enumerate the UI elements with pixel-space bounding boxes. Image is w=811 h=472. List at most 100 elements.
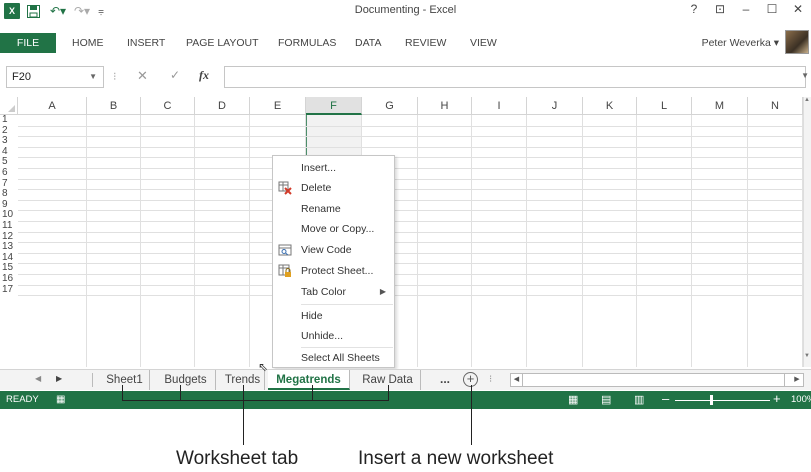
grid-column-line bbox=[140, 115, 141, 367]
column-header-b[interactable]: B bbox=[87, 97, 141, 115]
column-header-m[interactable]: M bbox=[692, 97, 748, 115]
scroll-tabs-left-icon[interactable]: ◀ bbox=[35, 374, 41, 383]
mouse-pointer-icon: ⇖ bbox=[258, 360, 269, 374]
horizontal-scrollbar[interactable]: ◀ ▶ bbox=[510, 373, 804, 387]
vertical-scrollbar[interactable]: ▲ ▼ bbox=[803, 97, 811, 367]
tab-review[interactable]: REVIEW bbox=[405, 33, 446, 53]
user-account-name[interactable]: Peter Weverka ▾ bbox=[702, 37, 779, 49]
menu-item-label: Select All Sheets bbox=[301, 352, 380, 364]
callout-line bbox=[122, 385, 123, 401]
tab-data[interactable]: DATA bbox=[355, 33, 381, 53]
column-header-n[interactable]: N bbox=[748, 97, 803, 115]
grid-row-line bbox=[18, 125, 803, 127]
menu-item-move-or-copy[interactable]: Move or Copy... bbox=[273, 219, 394, 239]
column-header-d[interactable]: D bbox=[195, 97, 250, 115]
menu-item-view-code[interactable]: View Code bbox=[273, 240, 394, 260]
callout-line bbox=[243, 385, 244, 445]
tab-divider bbox=[92, 373, 93, 387]
row-header-6[interactable]: 6 bbox=[0, 168, 18, 179]
menu-item-rename[interactable]: Rename bbox=[273, 199, 394, 219]
tab-home[interactable]: HOME bbox=[72, 33, 104, 53]
page-break-view-icon[interactable]: ▥ bbox=[634, 393, 644, 406]
sheet-tab-sheet1[interactable]: Sheet1 bbox=[100, 370, 150, 390]
scroll-down-icon[interactable]: ▼ bbox=[803, 353, 811, 363]
scroll-left-icon[interactable]: ◀ bbox=[511, 374, 523, 386]
column-header-f[interactable]: F bbox=[306, 97, 362, 115]
expand-formula-bar-icon[interactable]: ▼ bbox=[801, 71, 809, 80]
grid-row-line bbox=[18, 284, 803, 286]
zoom-out-button[interactable]: – bbox=[662, 391, 669, 406]
ribbon-display-options-icon[interactable]: ⊡ bbox=[707, 2, 733, 16]
column-header-g[interactable]: G bbox=[362, 97, 418, 115]
worksheet-grid[interactable]: ABCDEFGHIJKLMN 1 2 3 4 5 6 7 8 9 10 11 12 13 14 15 16 17… bbox=[0, 97, 811, 367]
zoom-level[interactable]: 100% bbox=[791, 394, 811, 405]
avatar[interactable] bbox=[785, 30, 809, 54]
zoom-slider-thumb[interactable] bbox=[710, 395, 713, 405]
callout-line bbox=[180, 385, 181, 401]
tab-page-layout[interactable]: PAGE LAYOUT bbox=[186, 33, 259, 53]
sheet-tab-budgets[interactable]: Budgets bbox=[156, 370, 216, 390]
sheet-tab-megatrends[interactable]: Megatrends bbox=[268, 370, 350, 390]
minimize-button[interactable]: – bbox=[733, 2, 759, 16]
tab-formulas[interactable]: FORMULAS bbox=[278, 33, 336, 53]
tab-view[interactable]: VIEW bbox=[470, 33, 497, 53]
close-button[interactable]: ✕ bbox=[785, 2, 811, 16]
grid-row-line bbox=[18, 168, 803, 169]
scroll-up-icon[interactable]: ▲ bbox=[803, 97, 811, 107]
column-header-a[interactable]: A bbox=[18, 97, 87, 115]
column-header-k[interactable]: K bbox=[583, 97, 637, 115]
grid-row-line bbox=[18, 178, 803, 180]
help-icon[interactable]: ? bbox=[681, 2, 707, 16]
formula-input[interactable] bbox=[224, 66, 806, 88]
row-header-17[interactable]: 17 bbox=[0, 284, 18, 296]
cancel-icon[interactable]: ✕ bbox=[137, 68, 148, 84]
formula-bar-grip-icon[interactable]: ⁝ bbox=[113, 70, 117, 83]
split-handle-icon[interactable]: ⁝ bbox=[489, 374, 492, 385]
menu-item-label: Hide bbox=[301, 310, 323, 322]
grid-column-line bbox=[471, 115, 472, 367]
grid-row-line bbox=[18, 274, 803, 275]
tab-insert[interactable]: INSERT bbox=[127, 33, 165, 53]
menu-item-unhide[interactable]: Unhide... bbox=[273, 326, 394, 346]
tab-file[interactable]: FILE bbox=[0, 33, 56, 53]
formula-bar: F20 ▼ ⁝ ✕ ✓ fx ▼ bbox=[0, 66, 811, 88]
page-layout-view-icon[interactable]: ▤ bbox=[601, 393, 611, 406]
name-box[interactable]: F20 ▼ bbox=[6, 66, 104, 88]
sheet-context-menu: Insert... Delete Rename Move or Copy... … bbox=[272, 155, 395, 368]
row-header-16[interactable]: 16 bbox=[0, 274, 18, 285]
select-all-corner[interactable] bbox=[0, 97, 18, 115]
macro-recording-icon[interactable]: ▦ bbox=[56, 394, 65, 405]
normal-view-icon[interactable]: ▦ bbox=[568, 393, 578, 406]
row-header-1[interactable]: 1 bbox=[0, 115, 18, 126]
scrollbar-thumb[interactable] bbox=[523, 374, 785, 386]
row-header-11[interactable]: 11 bbox=[0, 221, 18, 232]
grid-row-line bbox=[18, 146, 803, 148]
scroll-tabs-right-icon[interactable]: ▶ bbox=[56, 374, 62, 383]
column-header-l[interactable]: L bbox=[637, 97, 692, 115]
insert-function-icon[interactable]: fx bbox=[199, 68, 209, 83]
column-header-i[interactable]: I bbox=[472, 97, 527, 115]
column-header-c[interactable]: C bbox=[141, 97, 195, 115]
menu-item-protect-sheet[interactable]: Protect Sheet... bbox=[273, 261, 394, 281]
more-sheets-button[interactable]: ... bbox=[440, 372, 450, 386]
enter-checkmark-icon[interactable]: ✓ bbox=[170, 68, 180, 82]
zoom-slider[interactable] bbox=[675, 400, 770, 401]
menu-item-insert[interactable]: Insert... bbox=[273, 158, 394, 178]
column-header-j[interactable]: J bbox=[527, 97, 583, 115]
plus-icon: + bbox=[466, 371, 475, 386]
menu-item-select-all-sheets[interactable]: Select All Sheets bbox=[273, 348, 394, 368]
maximize-button[interactable]: ☐ bbox=[759, 2, 785, 16]
grid-row-line bbox=[18, 189, 803, 191]
menu-item-delete[interactable]: Delete bbox=[273, 178, 394, 198]
zoom-in-button[interactable]: + bbox=[773, 391, 781, 406]
submenu-arrow-icon: ▶ bbox=[379, 287, 386, 296]
grid-column-line bbox=[582, 115, 583, 367]
menu-item-hide[interactable]: Hide bbox=[273, 306, 394, 326]
column-header-h[interactable]: H bbox=[418, 97, 472, 115]
column-header-e[interactable]: E bbox=[250, 97, 306, 115]
view-code-icon bbox=[278, 243, 292, 257]
menu-item-tab-color[interactable]: Tab Color ▶ bbox=[273, 282, 394, 302]
scroll-right-icon[interactable]: ▶ bbox=[791, 374, 803, 386]
chevron-down-icon[interactable]: ▼ bbox=[89, 67, 97, 87]
grid-row-line bbox=[18, 199, 803, 201]
